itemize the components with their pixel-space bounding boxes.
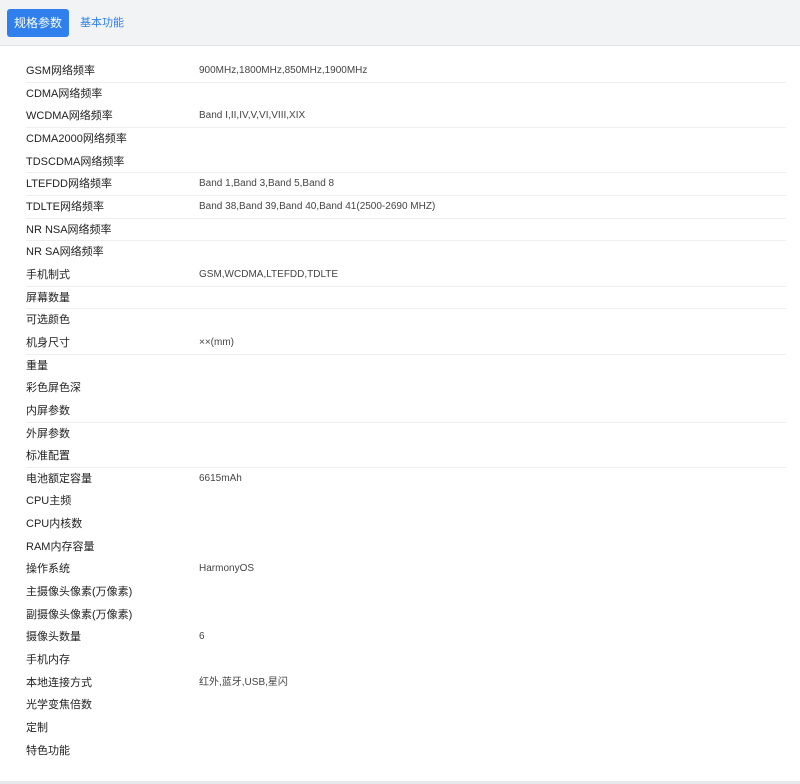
spec-row: 定制 — [26, 717, 786, 740]
spec-row: 屏幕数量 — [26, 287, 786, 310]
spec-page: 规格参数 基本功能 GSM网络频率 900MHz,1800MHz,850MHz,1… — [0, 0, 800, 784]
spec-label: 副摄像头像素(万像素) — [26, 608, 133, 621]
spec-label: 机身尺寸 — [26, 336, 70, 349]
spec-row: 摄像头数量 6 — [26, 626, 786, 649]
spec-label: 本地连接方式 — [26, 676, 92, 689]
spec-label: 外屏参数 — [26, 427, 70, 440]
spec-value: 6 — [199, 631, 205, 643]
spec-label: 手机内存 — [26, 654, 70, 667]
spec-row: 光学变焦倍数 — [26, 694, 786, 717]
tab-specs[interactable]: 规格参数 — [7, 9, 69, 37]
spec-label: RAM内存容量 — [26, 540, 95, 553]
spec-row: GSM网络频率 900MHz,1800MHz,850MHz,1900MHz — [26, 60, 786, 83]
spec-row: CDMA网络频率 — [26, 83, 786, 106]
spec-label: CPU内核数 — [26, 518, 83, 531]
spec-row: 标准配置 — [26, 445, 786, 468]
spec-label: 操作系统 — [26, 563, 70, 576]
spec-row: NR NSA网络频率 — [26, 219, 786, 242]
spec-table: GSM网络频率 900MHz,1800MHz,850MHz,1900MHz CDMA… — [26, 60, 786, 762]
spec-label: 手机制式 — [26, 268, 70, 281]
spec-value: 红外,蓝牙,USB,星闪 — [199, 676, 288, 688]
spec-label: WCDMA网络频率 — [26, 110, 113, 123]
spec-row: 可选颜色 — [26, 309, 786, 332]
spec-label: CDMA2000网络频率 — [26, 132, 127, 145]
spec-value: Band 1,Band 3,Band 5,Band 8 — [199, 178, 335, 190]
spec-label: 彩色屏色深 — [26, 382, 81, 395]
spec-row: LTEFDD网络频率 Band 1,Band 3,Band 5,Band 8 — [26, 173, 786, 196]
spec-row: 副摄像头像素(万像素) — [26, 604, 786, 627]
spec-label: 光学变焦倍数 — [26, 699, 92, 712]
spec-row: CDMA2000网络频率 — [26, 128, 786, 151]
spec-value: ××(mm) — [199, 336, 234, 348]
spec-value: Band Ⅰ,II,IV,V,VI,VIII,XIX — [199, 110, 306, 122]
spec-label: 电池额定容量 — [26, 472, 92, 485]
spec-label: TDSCDMA网络频率 — [26, 155, 125, 168]
spec-label: 重量 — [26, 359, 48, 372]
spec-label: CPU主频 — [26, 495, 72, 508]
spec-label: CDMA网络频率 — [26, 87, 103, 100]
spec-label: NR SA网络频率 — [26, 246, 104, 259]
spec-label: 可选颜色 — [26, 314, 70, 327]
spec-row: 主摄像头像素(万像素) — [26, 581, 786, 604]
spec-row: TDSCDMA网络频率 — [26, 151, 786, 174]
spec-value: HarmonyOS — [199, 563, 255, 575]
spec-label: 摄像头数量 — [26, 631, 81, 644]
spec-label: TDLTE网络频率 — [26, 200, 105, 213]
tab-basic-functions[interactable]: 基本功能 — [80, 9, 124, 37]
spec-label: LTEFDD网络频率 — [26, 178, 112, 191]
spec-value: GSM,WCDMA,LTEFDD,TDLTE — [199, 268, 339, 280]
spec-row: 重量 — [26, 355, 786, 378]
spec-row: 特色功能 — [26, 740, 786, 763]
spec-label: 特色功能 — [26, 744, 70, 757]
spec-row: CPU主频 — [26, 490, 786, 513]
spec-row: TDLTE网络频率 Band 38,Band 39,Band 40,Band 41… — [26, 196, 786, 219]
spec-value: 900MHz,1800MHz,850MHz,1900MHz — [199, 65, 368, 76]
spec-row: CPU内核数 — [26, 513, 786, 536]
spec-label: 标准配置 — [26, 450, 70, 463]
spec-label: 屏幕数量 — [26, 291, 70, 304]
spec-label: GSM网络频率 — [26, 65, 96, 77]
spec-row: 操作系统 HarmonyOS — [26, 558, 786, 581]
spec-row: 彩色屏色深 — [26, 377, 786, 400]
tab-bar: 规格参数 基本功能 — [0, 0, 800, 46]
spec-row: 电池额定容量 6615mAh — [26, 468, 786, 491]
spec-row: 本地连接方式 红外,蓝牙,USB,星闪 — [26, 672, 786, 695]
spec-row: 内屏参数 — [26, 400, 786, 423]
spec-value: 6615mAh — [199, 472, 242, 484]
spec-label: 内屏参数 — [26, 404, 70, 417]
spec-label: 定制 — [26, 722, 48, 735]
spec-value: Band 38,Band 39,Band 40,Band 41(2500-269… — [199, 200, 436, 212]
spec-label: NR NSA网络频率 — [26, 223, 112, 236]
spec-row: NR SA网络频率 — [26, 241, 786, 264]
spec-row: 手机内存 — [26, 649, 786, 672]
spec-row: 机身尺寸 ××(mm) — [26, 332, 786, 355]
spec-label: 主摄像头像素(万像素) — [26, 586, 133, 599]
spec-row: WCDMA网络频率 Band Ⅰ,II,IV,V,VI,VIII,XIX — [26, 105, 786, 128]
spec-row: 外屏参数 — [26, 423, 786, 446]
spec-row: 手机制式 GSM,WCDMA,LTEFDD,TDLTE — [26, 264, 786, 287]
spec-row: RAM内存容量 — [26, 536, 786, 559]
